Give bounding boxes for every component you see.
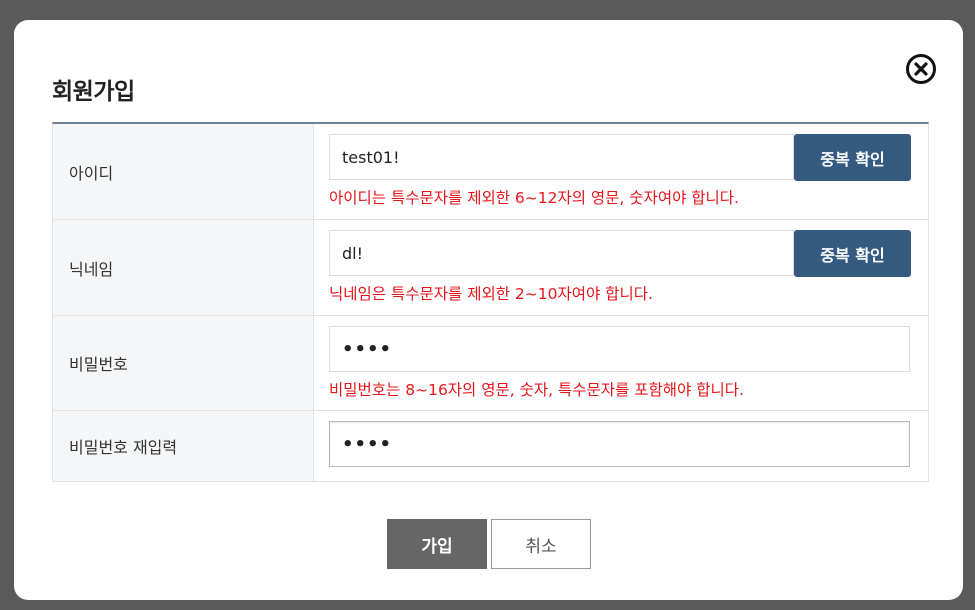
signup-modal: 회원가입 아이디 test01! 중복 확인 아이디는 특수문자를 제외한 6~… [14,20,963,600]
nickname-field-cell: dl! 중복 확인 닉네임은 특수문자를 제외한 2~10자여야 합니다. [314,220,928,315]
id-field-cell: test01! 중복 확인 아이디는 특수문자를 제외한 6~12자의 영문, … [314,124,928,219]
form-row-password: 비밀번호 •••• 비밀번호는 8~16자의 영문, 숫자, 특수문자를 포함해… [53,316,928,411]
password-confirm-label: 비밀번호 재입력 [53,411,314,481]
password-error-message: 비밀번호는 8~16자의 영문, 숫자, 특수문자를 포함해야 합니다. [329,381,744,399]
nickname-input[interactable]: dl! [329,230,794,276]
form-row-nickname: 닉네임 dl! 중복 확인 닉네임은 특수문자를 제외한 2~10자여야 합니다… [53,220,928,316]
form-row-password-confirm: 비밀번호 재입력 •••• [53,411,928,482]
nickname-duplicate-check-button[interactable]: 중복 확인 [794,230,911,277]
cancel-button[interactable]: 취소 [491,519,591,569]
join-button[interactable]: 가입 [387,519,487,569]
password-confirm-input[interactable]: •••• [329,421,910,467]
id-error-message: 아이디는 특수문자를 제외한 6~12자의 영문, 숫자여야 합니다. [329,189,739,207]
modal-title: 회원가입 [52,79,135,105]
nickname-error-message: 닉네임은 특수문자를 제외한 2~10자여야 합니다. [329,285,653,303]
close-icon[interactable] [906,54,936,84]
id-label: 아이디 [53,124,314,219]
password-input[interactable]: •••• [329,326,910,372]
id-duplicate-check-button[interactable]: 중복 확인 [794,134,911,181]
signup-form-table: 아이디 test01! 중복 확인 아이디는 특수문자를 제외한 6~12자의 … [52,122,929,482]
password-confirm-field-cell: •••• [314,411,928,481]
nickname-label: 닉네임 [53,220,314,315]
id-input[interactable]: test01! [329,134,794,180]
password-field-cell: •••• 비밀번호는 8~16자의 영문, 숫자, 특수문자를 포함해야 합니다… [314,316,928,410]
form-row-id: 아이디 test01! 중복 확인 아이디는 특수문자를 제외한 6~12자의 … [53,124,928,220]
password-label: 비밀번호 [53,316,314,410]
